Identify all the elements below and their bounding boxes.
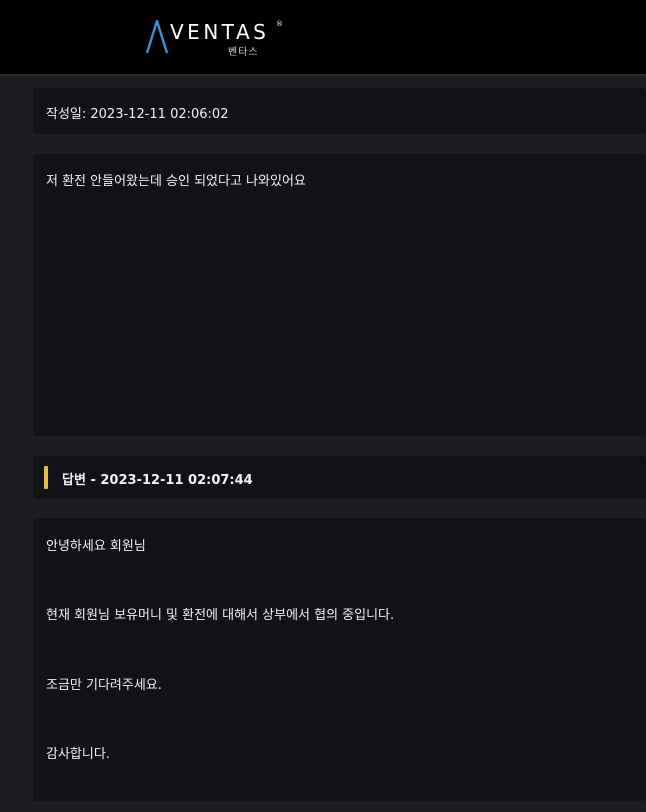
post-date-bar: 작성일: 2023-12-11 02:06:02 (33, 88, 646, 134)
logo-mark-icon (146, 20, 168, 54)
post-date: 작성일: 2023-12-11 02:06:02 (46, 107, 229, 122)
reply-header: 답변 - 2023-12-11 02:07:44 (62, 473, 253, 488)
site-header: VENTAS ® 벤타스 (0, 0, 646, 76)
registered-mark: ® (276, 20, 283, 28)
post-content: 저 환전 안들어왔는데 승인 되었다고 나와있어요 (46, 174, 306, 189)
reply-header-bar: 답변 - 2023-12-11 02:07:44 (33, 456, 646, 499)
logo-subtitle: 벤타스 (228, 47, 259, 58)
logo-wordmark: VENTAS (170, 20, 270, 44)
post-content-panel: 저 환전 안들어왔는데 승인 되었다고 나와있어요 (33, 154, 646, 436)
reply-accent-marker (44, 466, 48, 489)
reply-line: 안녕하세요 회원님 (46, 539, 146, 554)
reply-content-panel: 안녕하세요 회원님 현재 회원님 보유머니 및 환전에 대해서 상부에서 협의 … (33, 518, 646, 801)
reply-line: 현재 회원님 보유머니 및 환전에 대해서 상부에서 협의 중입니다. (46, 608, 395, 623)
reply-line: 감사합니다. (46, 747, 110, 762)
brand-logo[interactable]: VENTAS ® 벤타스 (146, 18, 296, 58)
reply-line: 조금만 기다려주세요. (46, 678, 162, 693)
